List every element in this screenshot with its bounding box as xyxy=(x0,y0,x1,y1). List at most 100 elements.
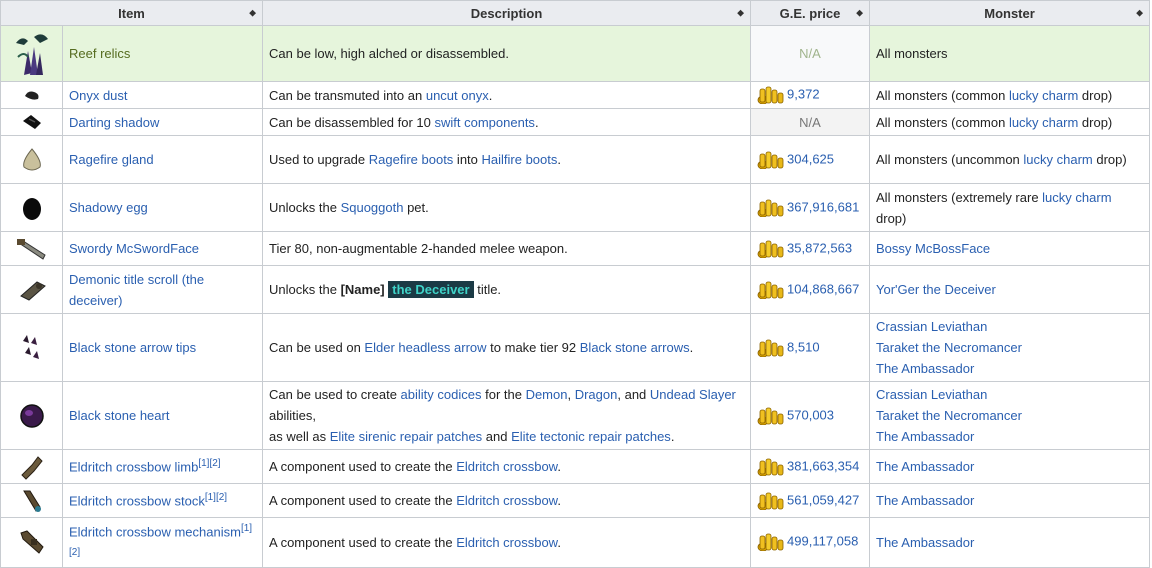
sort-icon[interactable]: ◆ xyxy=(1136,8,1143,18)
coins-icon xyxy=(757,281,784,299)
monster-link[interactable]: The Ambassador xyxy=(876,493,974,508)
price-link[interactable]: 381,663,354 xyxy=(787,458,859,473)
header-monster-label: Monster xyxy=(984,5,1035,21)
description-link[interactable]: Eldritch crossbow xyxy=(456,459,557,474)
name-placeholder: [Name] xyxy=(340,282,385,297)
coins-icon xyxy=(757,240,784,258)
item-name-cell: Reef relics xyxy=(61,25,264,82)
price-link[interactable]: 9,372 xyxy=(787,86,820,101)
description-link[interactable]: Dragon xyxy=(575,387,618,402)
description-text: . xyxy=(557,493,561,508)
monster-link[interactable]: Crassian Leviathan xyxy=(876,387,987,402)
monster-cell: The Ambassador xyxy=(869,517,1151,568)
item-icon-cell xyxy=(0,449,63,484)
item-link[interactable]: Black stone heart xyxy=(69,408,169,423)
price-link[interactable]: 367,916,681 xyxy=(787,199,859,214)
description-link[interactable]: Elite tectonic repair patches xyxy=(511,429,671,444)
item-link[interactable]: Demonic title scroll (the deceiver) xyxy=(69,272,204,308)
coins-icon xyxy=(757,199,784,217)
description-link[interactable]: Demon xyxy=(526,387,568,402)
monster-link[interactable]: lucky charm xyxy=(1023,152,1092,167)
monster-link[interactable]: Bossy McBossFace xyxy=(876,241,990,256)
description-text: Unlocks the xyxy=(269,200,341,215)
monster-cell: All monsters (uncommon lucky charm drop) xyxy=(869,135,1151,184)
item-link[interactable]: Reef relics xyxy=(69,46,130,61)
description-link[interactable]: Eldritch crossbow xyxy=(456,535,557,550)
table-row: Shadowy egg Unlocks the Squoggoth pet. 3… xyxy=(0,183,1151,232)
description-cell: A component used to create the Eldritch … xyxy=(262,517,752,568)
description-text: Tier 80, non-augmentable 2-handed melee … xyxy=(269,241,568,256)
monster-link[interactable]: The Ambassador xyxy=(876,361,974,376)
header-price[interactable]: G.E. price ◆ xyxy=(750,0,871,26)
item-icon-cell xyxy=(0,231,63,266)
reference-link[interactable]: [1][2] xyxy=(198,458,220,469)
monster-cell: The Ambassador xyxy=(869,483,1151,518)
sort-icon[interactable]: ◆ xyxy=(249,8,256,18)
monster-link[interactable]: lucky charm xyxy=(1009,115,1078,130)
monster-link[interactable]: lucky charm xyxy=(1042,190,1111,205)
monster-link[interactable]: The Ambassador xyxy=(876,459,974,474)
monster-link[interactable]: The Ambassador xyxy=(876,535,974,550)
monster-link[interactable]: lucky charm xyxy=(1009,88,1078,103)
table-row: Swordy McSwordFace Tier 80, non-augmenta… xyxy=(0,231,1151,266)
description-link[interactable]: Eldritch crossbow xyxy=(456,493,557,508)
item-icon-cell xyxy=(0,25,63,82)
monster-text: All monsters (uncommon xyxy=(876,152,1024,167)
description-link[interactable]: Elder headless arrow xyxy=(364,340,486,355)
description-link[interactable]: uncut onyx xyxy=(426,88,489,103)
description-text: Unlocks the xyxy=(269,282,341,297)
darting-shadow-icon xyxy=(22,115,41,129)
item-link[interactable]: Black stone arrow tips xyxy=(69,340,196,355)
price-link[interactable]: 35,872,563 xyxy=(787,240,852,255)
price-link[interactable]: 104,868,667 xyxy=(787,281,859,296)
price-link[interactable]: 8,510 xyxy=(787,339,820,354)
description-link[interactable]: ability codices xyxy=(401,387,482,402)
title-badge: the Deceiver xyxy=(388,281,474,298)
description-text: Can be transmuted into an xyxy=(269,87,426,103)
description-link[interactable]: swift components xyxy=(435,115,535,130)
header-description[interactable]: Description ◆ xyxy=(262,0,752,26)
description-link[interactable]: Ragefire boots xyxy=(369,152,454,167)
price-link[interactable]: 561,059,427 xyxy=(787,492,859,507)
item-link[interactable]: Swordy McSwordFace xyxy=(69,241,199,256)
monster-link[interactable]: Yor'Ger the Deceiver xyxy=(876,282,996,297)
item-name-cell: Black stone arrow tips xyxy=(61,313,264,382)
description-link[interactable]: Elite sirenic repair patches xyxy=(330,429,482,444)
table-row: Eldritch crossbow mechanism[1][2] A comp… xyxy=(0,517,1151,568)
item-link[interactable]: Eldritch crossbow limb xyxy=(69,460,198,475)
item-link[interactable]: Eldritch crossbow stock xyxy=(69,494,205,509)
monster-cell: Bossy McBossFace xyxy=(869,231,1151,266)
item-link[interactable]: Darting shadow xyxy=(69,115,159,130)
reference-link[interactable]: [1][2] xyxy=(205,492,227,503)
sort-icon[interactable]: ◆ xyxy=(856,8,863,18)
description-text: Can be low, high alched or disassembled. xyxy=(269,46,509,61)
price-link[interactable]: 304,625 xyxy=(787,151,834,166)
description-cell: Can be transmuted into an uncut onyx. xyxy=(262,81,752,109)
price-link[interactable]: 499,117,058 xyxy=(787,534,858,549)
item-link[interactable]: Shadowy egg xyxy=(69,200,148,215)
monster-link[interactable]: Crassian Leviathan xyxy=(876,319,987,334)
header-item[interactable]: Item ◆ xyxy=(0,0,264,26)
description-cell: Used to upgrade Ragefire boots into Hail… xyxy=(262,135,752,184)
description-link[interactable]: Black stone arrows xyxy=(580,340,690,355)
price-cell: N/A xyxy=(750,25,871,82)
price-link[interactable]: 570,003 xyxy=(787,407,834,422)
header-monster[interactable]: Monster ◆ xyxy=(869,0,1151,26)
monster-link[interactable]: Taraket the Necromancer xyxy=(876,408,1022,423)
description-link[interactable]: Hailfire boots xyxy=(482,152,558,167)
description-cell: Unlocks the [Name] the Deceiver title. xyxy=(262,265,752,314)
monster-link[interactable]: The Ambassador xyxy=(876,429,974,444)
item-link[interactable]: Ragefire gland xyxy=(69,152,154,167)
item-icon-cell xyxy=(0,265,63,314)
monster-text: All monsters (common xyxy=(876,87,1009,103)
monster-link[interactable]: Taraket the Necromancer xyxy=(876,340,1022,355)
item-icon-cell xyxy=(0,108,63,136)
description-text: for the xyxy=(481,387,526,402)
item-link[interactable]: Onyx dust xyxy=(69,88,128,103)
item-link[interactable]: Eldritch crossbow mechanism xyxy=(69,524,241,539)
sort-icon[interactable]: ◆ xyxy=(737,8,744,18)
description-link[interactable]: Squoggoth xyxy=(341,200,404,215)
price-cell: 35,872,563 xyxy=(750,231,871,266)
description-text: , xyxy=(567,387,575,402)
description-link[interactable]: Undead Slayer xyxy=(650,387,736,402)
